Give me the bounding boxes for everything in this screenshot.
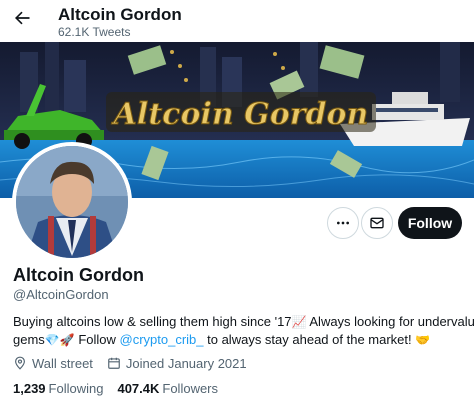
envelope-icon	[370, 217, 384, 229]
bio-text: Follow	[74, 332, 120, 347]
followers-link[interactable]: 407.4K Followers	[117, 381, 218, 396]
handshake-emoji: 🤝	[415, 333, 431, 347]
chart-up-emoji: 📈	[291, 315, 307, 329]
followers-label: Followers	[162, 380, 219, 396]
location-text: Wall street	[32, 355, 93, 371]
bio-text: Buying altcoins low & selling them high …	[13, 314, 292, 329]
profile-display-name: Altcoin Gordon	[13, 265, 144, 285]
profile-handle: @AltcoinGordon	[13, 287, 109, 302]
calendar-icon	[108, 357, 120, 369]
top-bar: Altcoin Gordon 62.1K Tweets	[0, 0, 474, 42]
more-options-button[interactable]	[327, 207, 359, 239]
following-link[interactable]: 1,239 Following	[13, 381, 103, 396]
profile-bio: Buying altcoins low & selling them high …	[13, 313, 474, 349]
profile-stats: 1,239 Following 407.4K Followers	[13, 379, 232, 397]
location-pin-icon	[15, 356, 25, 370]
gem-emoji: 💎	[44, 333, 60, 347]
joined-text: Joined January 2021	[125, 355, 247, 371]
header-title: Altcoin Gordon	[58, 5, 182, 24]
bio-mention-link[interactable]: @crypto_crib_	[120, 332, 204, 347]
following-count: 1,239	[13, 380, 46, 396]
arrow-left-icon	[15, 11, 30, 25]
rocket-emoji: 🚀	[59, 333, 75, 347]
joined-item: Joined January 2021	[107, 356, 247, 371]
follow-button[interactable]: Follow	[398, 207, 462, 239]
followers-count: 407.4K	[117, 380, 160, 396]
more-dots-icon	[337, 221, 349, 225]
profile-meta: Wall street Joined January 2021	[13, 354, 261, 372]
banner-text: Altcoin Gordon	[111, 97, 369, 132]
following-label: Following	[48, 380, 104, 396]
bio-text: gems	[13, 332, 45, 347]
tweet-count: 62.1K Tweets	[58, 25, 131, 39]
bio-text: Always looking for undervalued	[306, 314, 474, 329]
location-item: Wall street	[13, 356, 93, 371]
avatar[interactable]	[12, 142, 132, 262]
message-button[interactable]	[361, 207, 393, 239]
bio-text: to always stay ahead of the market!	[203, 332, 412, 347]
back-button[interactable]	[8, 4, 36, 32]
